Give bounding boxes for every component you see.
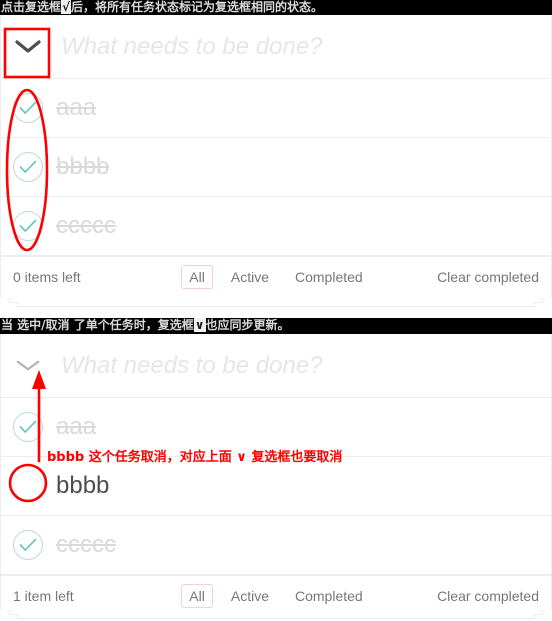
todo-toggle-checkbox[interactable] bbox=[1, 79, 55, 137]
todo-item[interactable]: bbbb bbox=[1, 457, 551, 516]
panel-2-header bbox=[1, 334, 551, 398]
chevron-down-icon bbox=[16, 360, 40, 371]
todo-label: bbbb bbox=[56, 152, 110, 180]
todo-label: aaa bbox=[56, 93, 97, 121]
panel-stack-shadow-2 bbox=[17, 302, 535, 307]
checkbox-checked-icon bbox=[13, 530, 43, 560]
todo-app-panel-2: aaa bbbb ccccc 1 item left All Active C bbox=[0, 334, 552, 619]
chevron-down-icon bbox=[15, 39, 41, 53]
clear-completed-button[interactable]: Clear completed bbox=[437, 269, 539, 285]
annotation-banner-middle: 当 选中/取消 了单个任务时，复选框∨也应同步更新。 bbox=[0, 318, 552, 334]
check-icon bbox=[19, 420, 37, 433]
annotation-note-bbbb: bbbb 这个任务取消，对应上面 ∨ 复选框也要取消 bbox=[47, 450, 343, 465]
new-todo-row bbox=[55, 334, 551, 397]
check-icon bbox=[19, 101, 37, 114]
check-icon bbox=[19, 219, 37, 232]
todo-label: ccccc bbox=[56, 530, 116, 558]
todo-item[interactable]: aaa bbox=[1, 79, 551, 138]
filter-active[interactable]: Active bbox=[223, 265, 277, 289]
filter-completed[interactable]: Completed bbox=[287, 584, 371, 608]
todo-toggle-checkbox[interactable] bbox=[1, 516, 55, 574]
todo-toggle-checkbox[interactable] bbox=[1, 457, 55, 515]
todo-label: aaa bbox=[56, 412, 97, 440]
checkbox-checked-icon bbox=[13, 412, 43, 442]
banner-top-text-before: 点击复选框 bbox=[1, 0, 62, 14]
checkbox-unchecked-icon bbox=[13, 471, 43, 501]
filter-all[interactable]: All bbox=[181, 265, 213, 289]
todo-item[interactable]: bbbb bbox=[1, 138, 551, 197]
filter-all[interactable]: All bbox=[181, 584, 213, 608]
toggle-all-button[interactable] bbox=[1, 334, 55, 397]
panel-stack-shadow-2 bbox=[17, 614, 535, 619]
checkbox-checked-icon bbox=[13, 152, 43, 182]
check-icon bbox=[19, 160, 37, 173]
banner-top-highlight: √ bbox=[61, 0, 72, 14]
todo-label: bbbb bbox=[56, 471, 110, 499]
todo-item[interactable]: ccccc bbox=[1, 197, 551, 256]
new-todo-row bbox=[55, 15, 551, 78]
clear-completed-button[interactable]: Clear completed bbox=[437, 588, 539, 604]
filter-active[interactable]: Active bbox=[223, 584, 277, 608]
todo-toggle-checkbox[interactable] bbox=[1, 197, 55, 255]
panel-2-todo-list: aaa bbbb ccccc bbox=[1, 398, 551, 575]
todo-item[interactable]: ccccc bbox=[1, 516, 551, 575]
toggle-all-button[interactable] bbox=[1, 15, 55, 78]
banner-mid-highlight: ∨ bbox=[193, 318, 206, 332]
checkbox-checked-icon bbox=[13, 93, 43, 123]
annotation-banner-top: 点击复选框√后，将所有任务状态标记为复选框相同的状态。 bbox=[0, 0, 552, 15]
check-icon bbox=[19, 538, 37, 551]
banner-top-text-after: 后，将所有任务状态标记为复选框相同的状态。 bbox=[71, 0, 324, 14]
filter-completed[interactable]: Completed bbox=[287, 265, 371, 289]
todo-toggle-checkbox[interactable] bbox=[1, 138, 55, 196]
new-todo-input[interactable] bbox=[61, 351, 545, 380]
panel-1-todo-list: aaa bbbb ccccc bbox=[1, 79, 551, 256]
banner-mid-text-before: 当 选中/取消 了单个任务时，复选框 bbox=[1, 318, 194, 332]
panel-1-header bbox=[1, 15, 551, 79]
banner-mid-text-after: 也应同步更新。 bbox=[205, 318, 290, 332]
checkbox-checked-icon bbox=[13, 211, 43, 241]
todo-label: ccccc bbox=[56, 211, 116, 239]
todo-app-panel-1: aaa bbbb ccccc 0 i bbox=[0, 15, 552, 307]
new-todo-input[interactable] bbox=[61, 32, 545, 61]
panel-1-footer: 0 items left All Active Completed Clear … bbox=[1, 256, 551, 297]
